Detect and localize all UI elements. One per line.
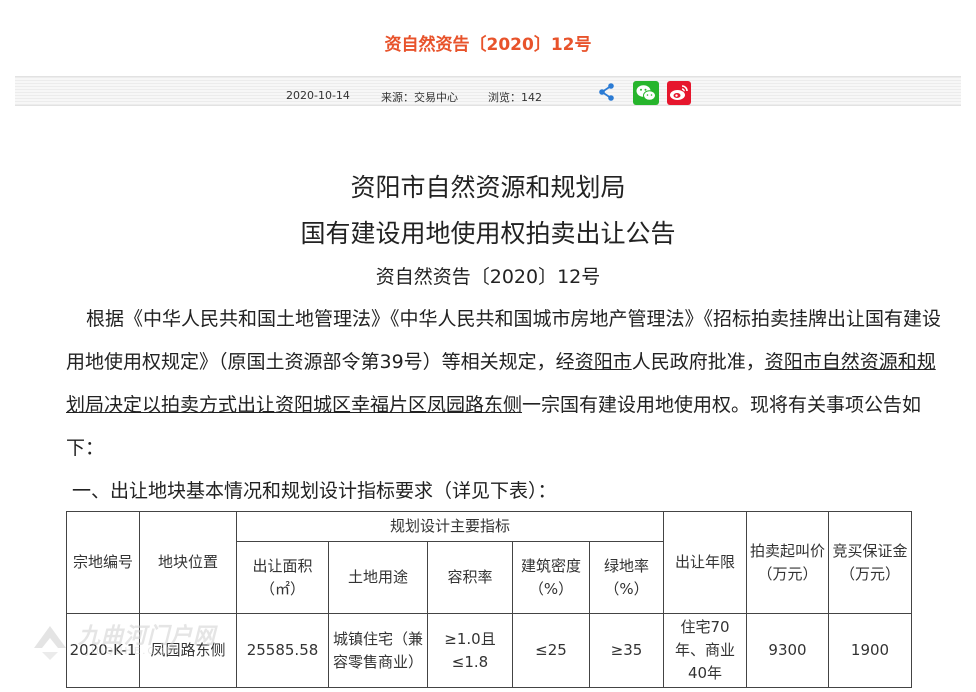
cell-use: 城镇住宅（兼容零售商业）	[328, 613, 428, 688]
article-title-line1: 资阳市自然资源和规划局	[350, 173, 626, 202]
subheader-far: 容积率	[427, 541, 513, 614]
source-label: 来源：交易中心	[381, 91, 458, 104]
land-parcel-table: 宗地编号 地块位置 规划设计主要指标 出让年限 拍卖起叫价（万元） 竞买保证金（…	[66, 511, 913, 688]
cell-area: 25585.58	[236, 613, 329, 688]
cell-term: 住宅70年、商业40年	[663, 613, 748, 688]
header-parcel-no: 宗地编号	[66, 511, 140, 614]
cell-density: ≤25	[512, 613, 590, 688]
section-heading-1: 一、出让地块基本情况和规划设计指标要求（详见下表）：	[72, 480, 557, 502]
intro-paragraph: 根据《中华人民共和国土地管理法》《中华人民共和国城市房地产管理法》《招标拍卖挂牌…	[66, 298, 946, 470]
article-meta-bar: 2020-10-14 来源：交易中心 浏览：142	[15, 76, 961, 106]
document-number: 资自然资告〔2020〕12号	[375, 266, 601, 288]
cell-green: ≥35	[588, 613, 665, 688]
share-icon[interactable]	[597, 83, 617, 101]
intro-link-city: 资阳市	[574, 351, 632, 373]
page-title: 资自然资告〔2020〕12号	[384, 35, 592, 55]
header-location: 地块位置	[139, 511, 237, 614]
subheader-density: 建筑密度（%）	[512, 541, 590, 614]
cell-start-price: 9300	[746, 613, 830, 688]
cell-location: 凤园路东侧	[139, 613, 237, 688]
intro-text-b: 人民政府批准，	[631, 351, 765, 373]
cell-deposit: 1900	[828, 613, 913, 688]
header-planning: 规划设计主要指标	[235, 511, 665, 542]
header-term: 出让年限	[663, 511, 748, 614]
subheader-use: 土地用途	[328, 541, 428, 614]
cell-parcel-no: 2020-K-1	[66, 613, 140, 688]
subheader-green: 绿地率（%）	[588, 541, 665, 614]
wechat-icon[interactable]	[633, 81, 659, 105]
view-count: 浏览：142	[488, 91, 542, 104]
article-title-line2: 国有建设用地使用权拍卖出让公告	[300, 219, 676, 248]
publish-date: 2020-10-14	[286, 89, 350, 102]
subheader-area: 出让面积（㎡）	[236, 541, 329, 614]
header-deposit: 竞买保证金（万元）	[828, 511, 913, 614]
weibo-icon[interactable]	[667, 81, 691, 105]
table-row: 2020-K-1 凤园路东侧 25585.58 城镇住宅（兼容零售商业） ≥1.…	[66, 613, 913, 688]
header-start-price: 拍卖起叫价（万元）	[746, 511, 830, 614]
cell-far: ≥1.0且≤1.8	[427, 613, 513, 688]
